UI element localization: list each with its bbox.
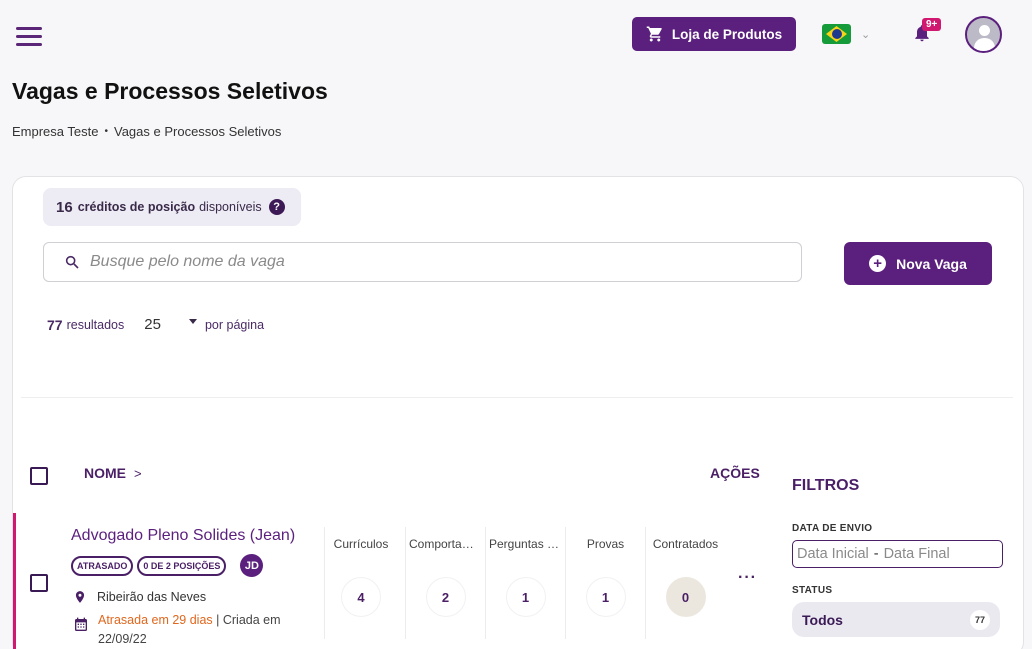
stage-contratados: Contratados 0 — [645, 527, 725, 639]
column-header-actions: AÇÕES — [710, 465, 760, 481]
status-filter-label: STATUS — [792, 585, 833, 596]
owner-avatar[interactable]: JD — [240, 554, 264, 577]
stage-label: Contratados — [652, 537, 719, 551]
column-header-name[interactable]: NOME > — [84, 465, 142, 481]
more-actions-icon[interactable]: ··· — [738, 569, 757, 587]
help-icon[interactable]: ? — [268, 199, 285, 215]
late-text: Atrasada em 29 dias — [98, 613, 213, 627]
search-icon — [65, 255, 79, 269]
date-range-separator: - — [873, 546, 879, 562]
results-count: 77 — [47, 316, 63, 333]
stage-count[interactable]: 0 — [665, 577, 706, 617]
page-title: Vagas e Processos Seletivos — [12, 78, 328, 104]
chevron-right-icon: > — [134, 465, 142, 481]
select-all-checkbox[interactable] — [30, 467, 48, 485]
plus-circle-icon: + — [869, 255, 887, 272]
jobs-card: 16 créditos de posição disponíveis ? + N… — [12, 176, 1024, 649]
new-job-button[interactable]: + Nova Vaga — [844, 242, 992, 285]
stage-label: Currículos — [333, 537, 389, 551]
status-badge-late: ATRASADO — [71, 555, 134, 576]
table-row: Advogado Pleno Solides (Jean) ATRASADO 0… — [13, 513, 773, 649]
date-range-field[interactable]: Data Inicial - Data Final — [792, 540, 1003, 568]
status-option-label: Todos — [802, 611, 843, 628]
caret-down-icon — [188, 318, 197, 324]
row-checkbox[interactable] — [30, 574, 48, 592]
results-summary: 77 resultados 25 por página — [47, 316, 264, 333]
stage-count[interactable]: 1 — [585, 577, 626, 617]
date-start-field[interactable]: Data Inicial — [797, 546, 869, 562]
stage-comportamental: Comportamental 2 — [405, 527, 485, 639]
per-page-value: 25 — [144, 316, 161, 333]
new-job-label: Nova Vaga — [896, 255, 967, 272]
stage-perguntas: Perguntas de seleção 1 — [485, 527, 565, 639]
calendar-icon — [75, 617, 87, 631]
job-tags: ATRASADO 0 DE 2 POSIÇÕES JD — [71, 554, 264, 577]
stage-count[interactable]: 4 — [341, 577, 381, 617]
stage-label: Perguntas de seleção — [489, 537, 565, 551]
location-pin-icon — [75, 591, 85, 603]
notifications-button[interactable]: 9+ — [912, 18, 942, 45]
credits-count: 16 — [56, 198, 73, 216]
date-end-field[interactable]: Data Final — [884, 546, 950, 562]
status-option-count: 77 — [970, 609, 990, 630]
user-icon — [979, 25, 990, 36]
filters-panel: FILTROS DATA DE ENVIO Data Inicial - Dat… — [792, 477, 1012, 637]
credits-label: créditos de posição — [77, 200, 196, 214]
breadcrumb-item-company[interactable]: Empresa Teste — [12, 124, 98, 139]
stage-curriculos: Currículos 4 — [324, 527, 397, 639]
stage-count[interactable]: 1 — [505, 577, 546, 617]
date-filter-label: DATA DE ENVIO — [792, 523, 873, 534]
stage-label: Provas — [586, 537, 625, 551]
search-box[interactable] — [43, 242, 802, 282]
breadcrumb: Empresa Teste • Vagas e Processos Seleti… — [12, 124, 281, 139]
results-label: resultados — [66, 317, 125, 332]
positions-badge: 0 DE 2 POSIÇÕES — [137, 555, 227, 576]
shop-button[interactable]: Loja de Produtos — [632, 17, 796, 51]
notifications-badge: 9+ — [922, 18, 942, 31]
menu-icon[interactable] — [16, 27, 42, 47]
breadcrumb-separator: • — [104, 126, 108, 137]
language-selector[interactable]: ⌄ — [822, 24, 870, 44]
credits-suffix: disponíveis — [199, 200, 262, 214]
job-location: Ribeirão das Neves — [73, 589, 206, 605]
top-bar: Loja de Produtos ⌄ 9+ — [0, 0, 1032, 70]
stage-label: Comportamental — [409, 537, 485, 551]
brazil-flag-icon — [822, 24, 851, 44]
shop-label: Loja de Produtos — [671, 26, 783, 42]
per-page-select[interactable]: 25 por página — [144, 316, 264, 333]
search-input[interactable] — [90, 253, 770, 271]
job-title-link[interactable]: Advogado Pleno Solides (Jean) — [71, 527, 295, 545]
location-text: Ribeirão das Neves — [97, 590, 207, 604]
stage-count[interactable]: 2 — [425, 577, 466, 617]
breadcrumb-item-current: Vagas e Processos Seletivos — [113, 124, 282, 139]
cart-icon — [646, 26, 662, 42]
stage-provas: Provas 1 — [565, 527, 645, 639]
filters-title: FILTROS — [792, 477, 860, 494]
per-page-label: por página — [204, 317, 265, 332]
column-name-label: NOME — [84, 465, 126, 481]
status-option-all[interactable]: Todos 77 — [792, 602, 1000, 637]
user-avatar[interactable] — [965, 16, 1002, 53]
job-dates: Atrasada em 29 dias | Criada em 22/09/22 — [73, 611, 312, 649]
divider — [21, 397, 1013, 398]
chevron-down-icon: ⌄ — [861, 28, 871, 41]
credits-badge: 16 créditos de posição disponíveis ? — [43, 188, 301, 226]
